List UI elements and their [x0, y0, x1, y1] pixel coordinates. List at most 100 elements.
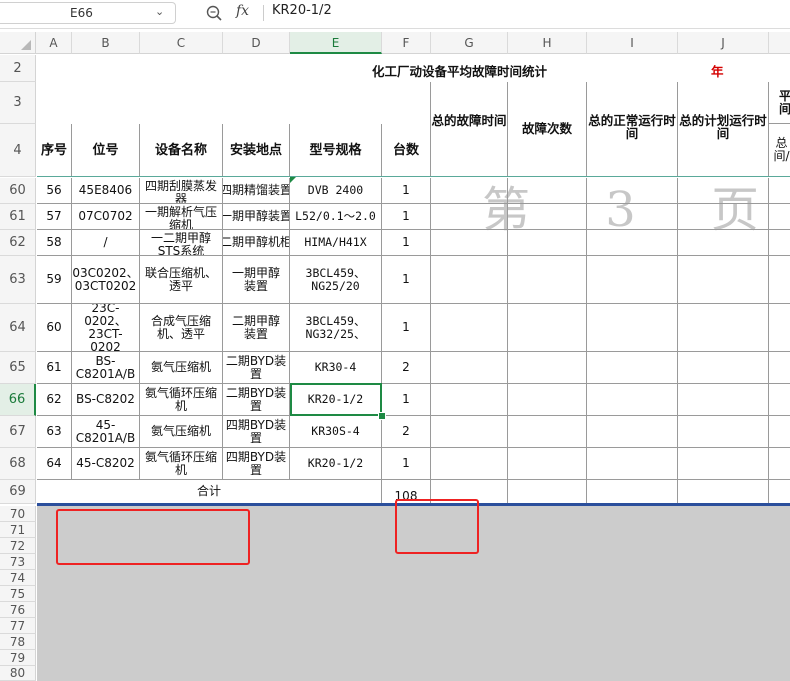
cell-empty[interactable]: [431, 384, 508, 416]
row-header-3[interactable]: 3: [0, 82, 36, 124]
cell-empty[interactable]: [431, 448, 508, 480]
col-header-c[interactable]: C: [140, 32, 223, 54]
cell-empty[interactable]: [508, 256, 587, 304]
cell-empty[interactable]: [431, 352, 508, 384]
cell-model[interactable]: KR30-4: [290, 352, 382, 384]
cell-empty[interactable]: [587, 384, 678, 416]
cell-location[interactable]: 一期甲醇装置: [223, 256, 290, 304]
cell-empty[interactable]: [508, 384, 587, 416]
cell-model[interactable]: 3BCL459、NG32/25、: [290, 304, 382, 352]
cell-name[interactable]: 氨气循环压缩机: [140, 448, 223, 480]
cell-empty[interactable]: [769, 304, 790, 352]
row-header-74[interactable]: 74: [0, 570, 36, 586]
cell-tag[interactable]: 23C-0202、23CT-0202: [72, 304, 140, 352]
cell-seq[interactable]: 60: [37, 304, 72, 352]
header-model[interactable]: 型号规格: [290, 124, 382, 177]
cell-empty[interactable]: [431, 304, 508, 352]
cell-empty[interactable]: [587, 416, 678, 448]
row-header-78[interactable]: 78: [0, 634, 36, 650]
header-tag[interactable]: 位号: [72, 124, 140, 177]
row-header-77[interactable]: 77: [0, 618, 36, 634]
cell-empty[interactable]: [769, 256, 790, 304]
cell-tag[interactable]: 45E8406: [72, 178, 140, 204]
header-seq[interactable]: 序号: [37, 124, 72, 177]
col-header-i[interactable]: I: [587, 32, 678, 54]
row-header-79[interactable]: 79: [0, 650, 36, 666]
col-header-b[interactable]: B: [72, 32, 140, 54]
row-header-62[interactable]: 62: [0, 230, 36, 256]
cell-empty[interactable]: [508, 352, 587, 384]
cell-tag[interactable]: 45-C8201A/B: [72, 416, 140, 448]
row-header-80[interactable]: 80: [0, 666, 36, 681]
row-header-69[interactable]: 69: [0, 480, 36, 504]
cell-seq[interactable]: 58: [37, 230, 72, 256]
cell-name[interactable]: 合成气压缩机、透平: [140, 304, 223, 352]
cell-location[interactable]: 二期BYD装置: [223, 352, 290, 384]
cell-empty[interactable]: [678, 416, 769, 448]
col-header-d[interactable]: D: [223, 32, 290, 54]
cell-empty[interactable]: [587, 304, 678, 352]
cell-count[interactable]: 2: [382, 352, 431, 384]
total-label[interactable]: 合计: [37, 480, 382, 504]
cell-model[interactable]: L52/0.1～2.0: [290, 204, 382, 230]
cell-tag[interactable]: 45-C8202: [72, 448, 140, 480]
cell-seq[interactable]: 63: [37, 416, 72, 448]
cell-location[interactable]: 四期BYD装置: [223, 416, 290, 448]
cell-location[interactable]: 二期甲醇装置: [223, 304, 290, 352]
cell-empty[interactable]: [431, 416, 508, 448]
cell-empty[interactable]: [587, 448, 678, 480]
cell-name[interactable]: 四期刮膜蒸发器: [140, 178, 223, 204]
cell-empty[interactable]: [587, 256, 678, 304]
row-header-72[interactable]: 72: [0, 538, 36, 554]
cell-tag[interactable]: /: [72, 230, 140, 256]
cell-name[interactable]: 一二期甲醇STS系统: [140, 230, 223, 256]
row-header-65[interactable]: 65: [0, 352, 36, 384]
cell-empty[interactable]: [587, 480, 678, 504]
header-total-normal-time[interactable]: 总的正常运行时间: [587, 82, 678, 177]
col-header-j[interactable]: J: [678, 32, 769, 54]
cell-count[interactable]: 1: [382, 230, 431, 256]
header-location[interactable]: 安装地点: [223, 124, 290, 177]
cell-model[interactable]: HIMA/H41X: [290, 230, 382, 256]
cell-empty[interactable]: [508, 304, 587, 352]
cell-empty[interactable]: [678, 256, 769, 304]
cell-empty[interactable]: [678, 480, 769, 504]
cell-seq[interactable]: 61: [37, 352, 72, 384]
row-header-75[interactable]: 75: [0, 586, 36, 602]
header-total-planned-time[interactable]: 总的计划运行时间: [678, 82, 769, 177]
cell-count[interactable]: 1: [382, 304, 431, 352]
row-header-67[interactable]: 67: [0, 416, 36, 448]
cell-location[interactable]: 二期BYD装置: [223, 384, 290, 416]
header-fault-count[interactable]: 故障次数: [508, 82, 587, 177]
cell-location[interactable]: 一期甲醇装置: [223, 204, 290, 230]
cell-location[interactable]: 四期BYD装置: [223, 448, 290, 480]
cell-empty[interactable]: [587, 352, 678, 384]
col-header-e[interactable]: E: [290, 32, 382, 54]
cell-seq[interactable]: 64: [37, 448, 72, 480]
cell-count[interactable]: 1: [382, 178, 431, 204]
col-header-h[interactable]: H: [508, 32, 587, 54]
cell-seq[interactable]: 62: [37, 384, 72, 416]
col-header-g[interactable]: G: [431, 32, 508, 54]
cell-model[interactable]: KR20-1/2: [290, 448, 382, 480]
row-header-64[interactable]: 64: [0, 304, 36, 352]
cell-count[interactable]: 1: [382, 256, 431, 304]
cell-seq[interactable]: 56: [37, 178, 72, 204]
col-header-f[interactable]: F: [382, 32, 431, 54]
cell-empty[interactable]: [678, 352, 769, 384]
cell-model[interactable]: 3BCL459、NG25/20: [290, 256, 382, 304]
cell-empty[interactable]: [508, 448, 587, 480]
title-year[interactable]: 年: [711, 61, 724, 80]
cell-count[interactable]: 1: [382, 384, 431, 416]
cell-empty[interactable]: [678, 448, 769, 480]
header-count[interactable]: 台数: [382, 124, 431, 177]
cell-seq[interactable]: 57: [37, 204, 72, 230]
row-header-71[interactable]: 71: [0, 522, 36, 538]
header-total-fault-time[interactable]: 总的故障时间: [431, 82, 508, 177]
cell-empty[interactable]: [678, 304, 769, 352]
cell-tag[interactable]: BS-C8202: [72, 384, 140, 416]
cell-count[interactable]: 2: [382, 416, 431, 448]
col-header-k[interactable]: [769, 32, 790, 54]
cell-location[interactable]: 二期甲醇机柜: [223, 230, 290, 256]
cell-seq[interactable]: 59: [37, 256, 72, 304]
